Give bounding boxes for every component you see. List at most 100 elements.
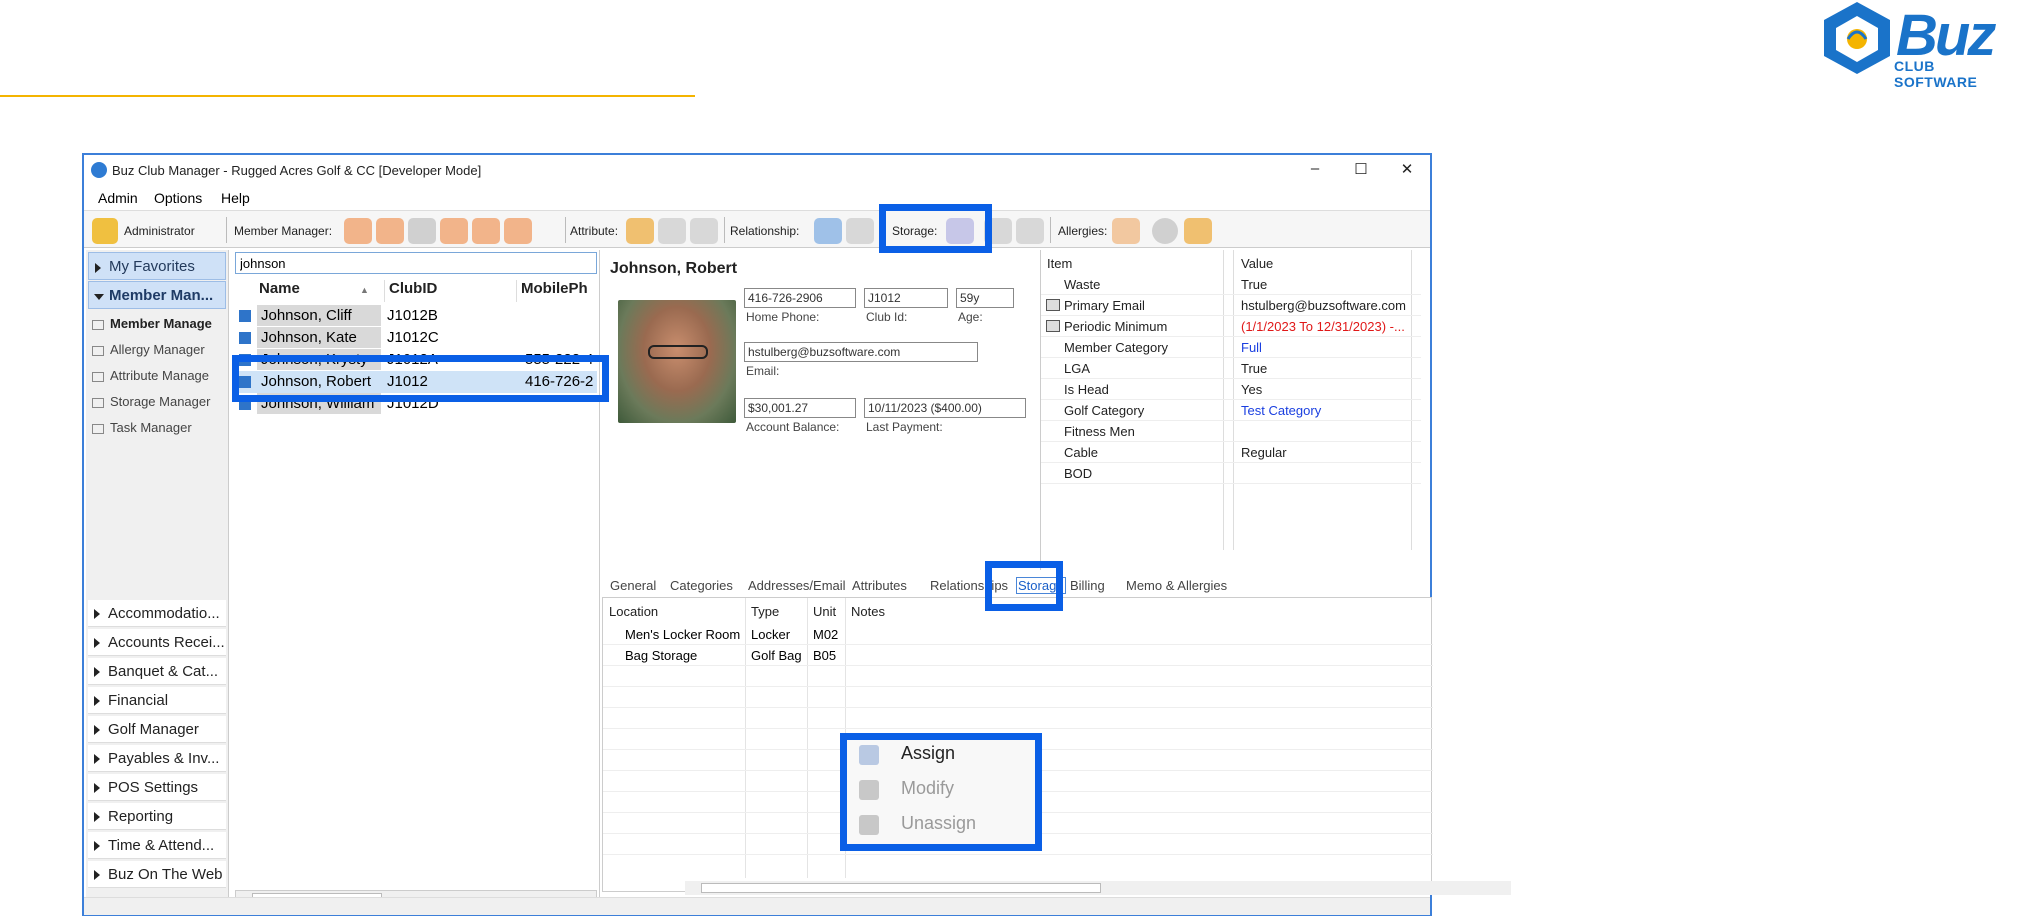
nav-group-financial[interactable]: Financial (88, 687, 226, 714)
nav-group-golf-manager[interactable]: Golf Manager (88, 716, 226, 743)
nav-group-time-attendance[interactable]: Time & Attend... (88, 832, 226, 859)
close-button[interactable]: ✕ (1384, 160, 1430, 178)
group-icon[interactable] (1184, 218, 1212, 244)
delete-member-icon[interactable] (440, 218, 468, 244)
last-payment-field[interactable]: 10/11/2023 ($400.00) (864, 398, 1026, 418)
save-icon[interactable] (408, 218, 436, 244)
scroll-thumb[interactable] (701, 883, 1101, 893)
member-row[interactable]: Johnson, William J1012D (235, 393, 597, 415)
property-row[interactable]: Cable Regular (1041, 442, 1421, 463)
column-header-unit[interactable]: Unit (813, 604, 836, 619)
column-header-clubid[interactable]: ClubID (385, 280, 517, 302)
age-field[interactable]: 59y (956, 288, 1014, 308)
nav-group-payables[interactable]: Payables & Inv... (88, 745, 226, 772)
property-item: Primary Email (1064, 298, 1145, 313)
linked-record-icon (1046, 299, 1060, 311)
remove-attribute-icon[interactable] (690, 218, 718, 244)
app-icon (91, 162, 107, 178)
club-id-field[interactable]: J1012 (864, 288, 948, 308)
storage-row[interactable]: Bag Storage Golf Bag B05 (603, 645, 1433, 666)
member-list-panel: Name ▲ ClubID MobilePh Johnson, Cliff J1… (235, 250, 600, 910)
menu-bar: Admin Options Help (84, 185, 1430, 209)
column-header-mobile[interactable]: MobilePh (517, 280, 597, 302)
add-relationship-icon[interactable] (814, 218, 842, 244)
cancel-icon[interactable] (1152, 218, 1178, 244)
column-header-location[interactable]: Location (609, 604, 658, 619)
home-phone-field[interactable]: 416-726-2906 (744, 288, 856, 308)
property-row[interactable]: LGA True (1041, 358, 1421, 379)
storage-unit: B05 (813, 648, 837, 663)
lock-icon[interactable] (92, 218, 118, 244)
nav-group-banquet[interactable]: Banquet & Cat... (88, 658, 226, 685)
menu-options[interactable]: Options (154, 190, 202, 206)
member-row[interactable]: Johnson, Cliff J1012B (235, 305, 597, 327)
relationship-label: Relationship: (730, 224, 800, 238)
nav-sub-member-manage[interactable]: Member Manage (92, 316, 212, 331)
property-row[interactable]: BOD (1041, 463, 1421, 484)
add-attribute-icon[interactable] (626, 218, 654, 244)
nav-sub-storage-manager[interactable]: Storage Manager (92, 394, 210, 409)
nav-group-accounts-receivable[interactable]: Accounts Recei... (88, 629, 226, 656)
storage-row[interactable]: Men's Locker Room Locker M02 (603, 624, 1433, 645)
nav-group-buz-on-the-web[interactable]: Buz On The Web (88, 861, 226, 888)
tab-memo-allergies[interactable]: Memo & Allergies (1126, 578, 1227, 593)
allergy-icon[interactable] (1112, 218, 1140, 244)
add-member-icon[interactable] (344, 218, 372, 244)
property-row[interactable]: Member Category Full (1041, 337, 1421, 358)
column-header-notes[interactable]: Notes (851, 604, 885, 619)
minimize-button[interactable]: – (1292, 160, 1338, 177)
member-row[interactable]: Johnson, Krysty J1012A 555-222-4 (235, 349, 597, 371)
remove-relationship-icon[interactable] (846, 218, 874, 244)
property-row[interactable]: Waste True (1041, 274, 1421, 295)
storage-scrollbar[interactable] (685, 881, 1511, 895)
expand-icon (94, 783, 100, 793)
property-row[interactable]: Golf Category Test Category (1041, 400, 1421, 421)
menu-item-label: Modify (901, 778, 955, 798)
property-row[interactable]: Primary Email hstulberg@buzsoftware.com (1041, 295, 1421, 316)
unassign-storage-icon[interactable] (1016, 218, 1044, 244)
column-header-name[interactable]: Name ▲ (255, 280, 385, 302)
modify-storage-icon[interactable] (984, 218, 1012, 244)
property-row[interactable]: Fitness Men (1041, 421, 1421, 442)
tab-general[interactable]: General (610, 578, 656, 593)
column-header-type[interactable]: Type (751, 604, 779, 619)
menu-help[interactable]: Help (221, 190, 250, 206)
nav-sub-task-manager[interactable]: Task Manager (92, 420, 192, 435)
tab-billing[interactable]: Billing (1070, 578, 1105, 593)
assign-menu-item[interactable]: Assign (845, 737, 1033, 771)
tab-relationships[interactable]: Relationships (930, 578, 1008, 593)
member-clubid: J1012D (387, 395, 439, 412)
member-search-input[interactable] (235, 252, 597, 274)
toolbar: Administrator Member Manager: Attribute:… (84, 210, 1430, 248)
member-type-icon (239, 398, 251, 410)
property-item: Periodic Minimum (1064, 319, 1168, 334)
nav-sub-allergy-manager[interactable]: Allergy Manager (92, 342, 205, 357)
member-row[interactable]: Johnson, Kate J1012C (235, 327, 597, 349)
email-field[interactable]: hstulberg@buzsoftware.com (744, 342, 978, 362)
member-name: Johnson, Cliff (257, 305, 381, 326)
nav-my-favorites[interactable]: My Favorites (88, 252, 226, 280)
nav-member-manager[interactable]: Member Man... (88, 281, 226, 309)
assign-storage-icon[interactable] (946, 218, 974, 244)
tab-attributes[interactable]: Attributes (852, 578, 907, 593)
nav-group-reporting[interactable]: Reporting (88, 803, 226, 830)
account-balance-field[interactable]: $30,001.27 (744, 398, 856, 418)
tab-categories[interactable]: Categories (670, 578, 733, 593)
edit-member-icon[interactable] (376, 218, 404, 244)
family-icon[interactable] (504, 218, 532, 244)
menu-admin[interactable]: Admin (98, 190, 138, 206)
add-family-icon[interactable] (472, 218, 500, 244)
tab-addresses-email[interactable]: Addresses/Email (748, 578, 846, 593)
nav-group-pos-settings[interactable]: POS Settings (88, 774, 226, 801)
tab-storage[interactable]: Storage (1016, 577, 1066, 594)
property-row[interactable]: Is Head Yes (1041, 379, 1421, 400)
member-type-icon (239, 354, 251, 366)
nav-group-accommodations[interactable]: Accommodatio... (88, 600, 226, 627)
nav-sub-attribute-manage[interactable]: Attribute Manage (92, 368, 209, 383)
modify-menu-item[interactable]: Modify (845, 772, 1033, 806)
member-row-selected[interactable]: Johnson, Robert J1012 416-726-2 (235, 371, 597, 393)
maximize-button[interactable]: ☐ (1338, 160, 1384, 178)
edit-attribute-icon[interactable] (658, 218, 686, 244)
property-row[interactable]: Periodic Minimum (1/1/2023 To 12/31/2023)… (1041, 316, 1421, 337)
unassign-menu-item[interactable]: Unassign (845, 807, 1033, 841)
